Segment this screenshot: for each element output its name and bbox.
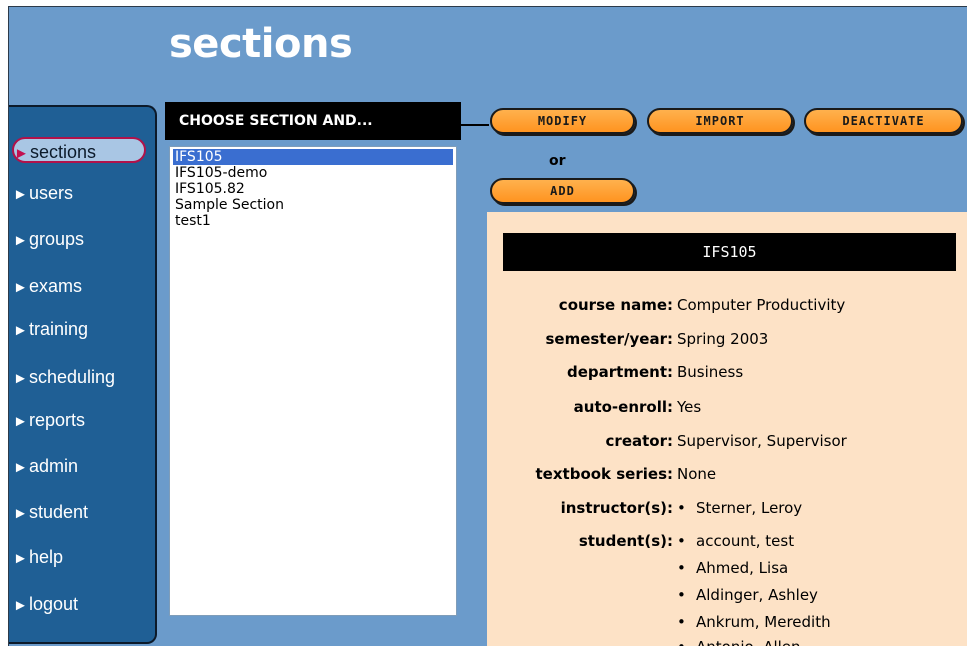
chooser-title: CHOOSE SECTION AND...: [165, 102, 461, 140]
field-value: Supervisor, Supervisor: [677, 432, 847, 450]
sidebar-item-exams[interactable]: ►exams: [13, 272, 153, 300]
arrow-right-icon: ►: [13, 550, 28, 567]
page-title: sections: [169, 21, 353, 67]
arrow-right-icon: ►: [13, 186, 28, 203]
sidebar-item-training[interactable]: ►training: [13, 315, 153, 343]
instructors-row: instructor(s): • Sterner, Leroy: [487, 498, 967, 518]
sidebar-item-groups[interactable]: ►groups: [13, 225, 153, 253]
field-value: Yes: [677, 398, 702, 416]
deactivate-button[interactable]: DEACTIVATE: [804, 108, 963, 134]
connector-line: [461, 124, 489, 126]
list-item[interactable]: IFS105.82: [173, 181, 453, 197]
section-listbox[interactable]: IFS105 IFS105-demo IFS105.82 Sample Sect…: [169, 146, 457, 616]
field-label: student(s):: [578, 532, 673, 550]
app-frame: sections ►sections ►users ►groups ►exams…: [8, 6, 967, 646]
field-label: instructor(s):: [560, 499, 673, 517]
textbook-series-row: textbook series: None: [487, 464, 967, 484]
arrow-right-icon: ►: [13, 370, 28, 387]
course-name-row: course name: Computer Productivity: [487, 295, 967, 315]
section-detail-panel: IFS105 course name: Computer Productivit…: [487, 212, 967, 646]
arrow-right-icon: ►: [13, 322, 28, 339]
arrow-right-icon: ►: [14, 145, 29, 162]
sidebar-item-label: exams: [29, 276, 83, 296]
auto-enroll-row: auto-enroll: Yes: [487, 397, 967, 417]
student-row: • Ankrum, Meredith: [487, 612, 967, 632]
sidebar-item-admin[interactable]: ►admin: [13, 452, 153, 480]
field-label: semester/year:: [545, 330, 673, 348]
arrow-right-icon: ►: [13, 232, 28, 249]
sidebar-item-label: reports: [29, 410, 86, 430]
sidebar-item-student[interactable]: ►student: [13, 498, 153, 526]
sidebar-item-label: help: [29, 547, 64, 567]
student-name: account, test: [696, 532, 795, 550]
field-value: Computer Productivity: [677, 296, 846, 314]
arrow-right-icon: ►: [13, 597, 28, 614]
student-name: Aldinger, Ashley: [696, 586, 818, 604]
semester-year-row: semester/year: Spring 2003: [487, 329, 967, 349]
bullet-icon: •: [677, 613, 686, 631]
field-value: None: [677, 465, 717, 483]
arrow-right-icon: ►: [13, 413, 28, 430]
student-row: • Aldinger, Ashley: [487, 585, 967, 605]
sidebar-item-label: admin: [29, 456, 79, 476]
field-label: textbook series:: [535, 465, 673, 483]
department-row: department: Business: [487, 362, 967, 382]
sidebar-item-label: scheduling: [29, 367, 116, 387]
import-button[interactable]: IMPORT: [647, 108, 793, 134]
sidebar-item-label: student: [29, 502, 89, 522]
add-button[interactable]: ADD: [490, 178, 635, 204]
arrow-right-icon: ►: [13, 505, 28, 522]
list-item[interactable]: IFS105: [173, 149, 453, 165]
sidebar-item-label: sections: [30, 142, 97, 162]
student-row: • Ahmed, Lisa: [487, 558, 967, 578]
students-row: student(s): • account, test: [487, 531, 967, 551]
sidebar-item-label: logout: [29, 594, 79, 614]
sidebar-item-sections[interactable]: ►sections: [12, 137, 146, 163]
sidebar-item-reports[interactable]: ►reports: [13, 406, 153, 434]
bullet-icon: •: [677, 532, 686, 550]
bullet-icon: •: [677, 559, 686, 577]
arrow-right-icon: ►: [13, 279, 28, 296]
field-value: Business: [677, 363, 744, 381]
bullet-icon: •: [677, 499, 686, 517]
sidebar-item-help[interactable]: ►help: [13, 543, 153, 571]
student-name: Ankrum, Meredith: [696, 613, 831, 631]
modify-button[interactable]: MODIFY: [490, 108, 635, 134]
field-label: creator:: [605, 432, 673, 450]
sidebar-item-logout[interactable]: ►logout: [13, 590, 153, 618]
list-item[interactable]: IFS105-demo: [173, 165, 453, 181]
list-item[interactable]: Sample Section: [173, 197, 453, 213]
sidebar-item-scheduling[interactable]: ►scheduling: [13, 363, 153, 391]
sidebar-nav: ►sections ►users ►groups ►exams ►trainin…: [9, 105, 157, 644]
sidebar-item-label: groups: [29, 229, 85, 249]
or-label: or: [549, 153, 566, 169]
sidebar-item-users[interactable]: ►users: [13, 179, 153, 207]
creator-row: creator: Supervisor, Supervisor: [487, 431, 967, 451]
student-name: Ahmed, Lisa: [696, 559, 789, 577]
instructor-name: Sterner, Leroy: [696, 499, 803, 517]
field-label: auto-enroll:: [573, 398, 673, 416]
field-value: Spring 2003: [677, 330, 769, 348]
sidebar-item-label: training: [29, 319, 89, 339]
sidebar-item-label: users: [29, 183, 74, 203]
field-label: course name:: [558, 296, 673, 314]
bullet-icon: •: [677, 586, 686, 604]
field-label: department:: [567, 363, 673, 381]
detail-title: IFS105: [503, 233, 956, 271]
arrow-right-icon: ►: [13, 459, 28, 476]
list-item[interactable]: test1: [173, 213, 453, 229]
